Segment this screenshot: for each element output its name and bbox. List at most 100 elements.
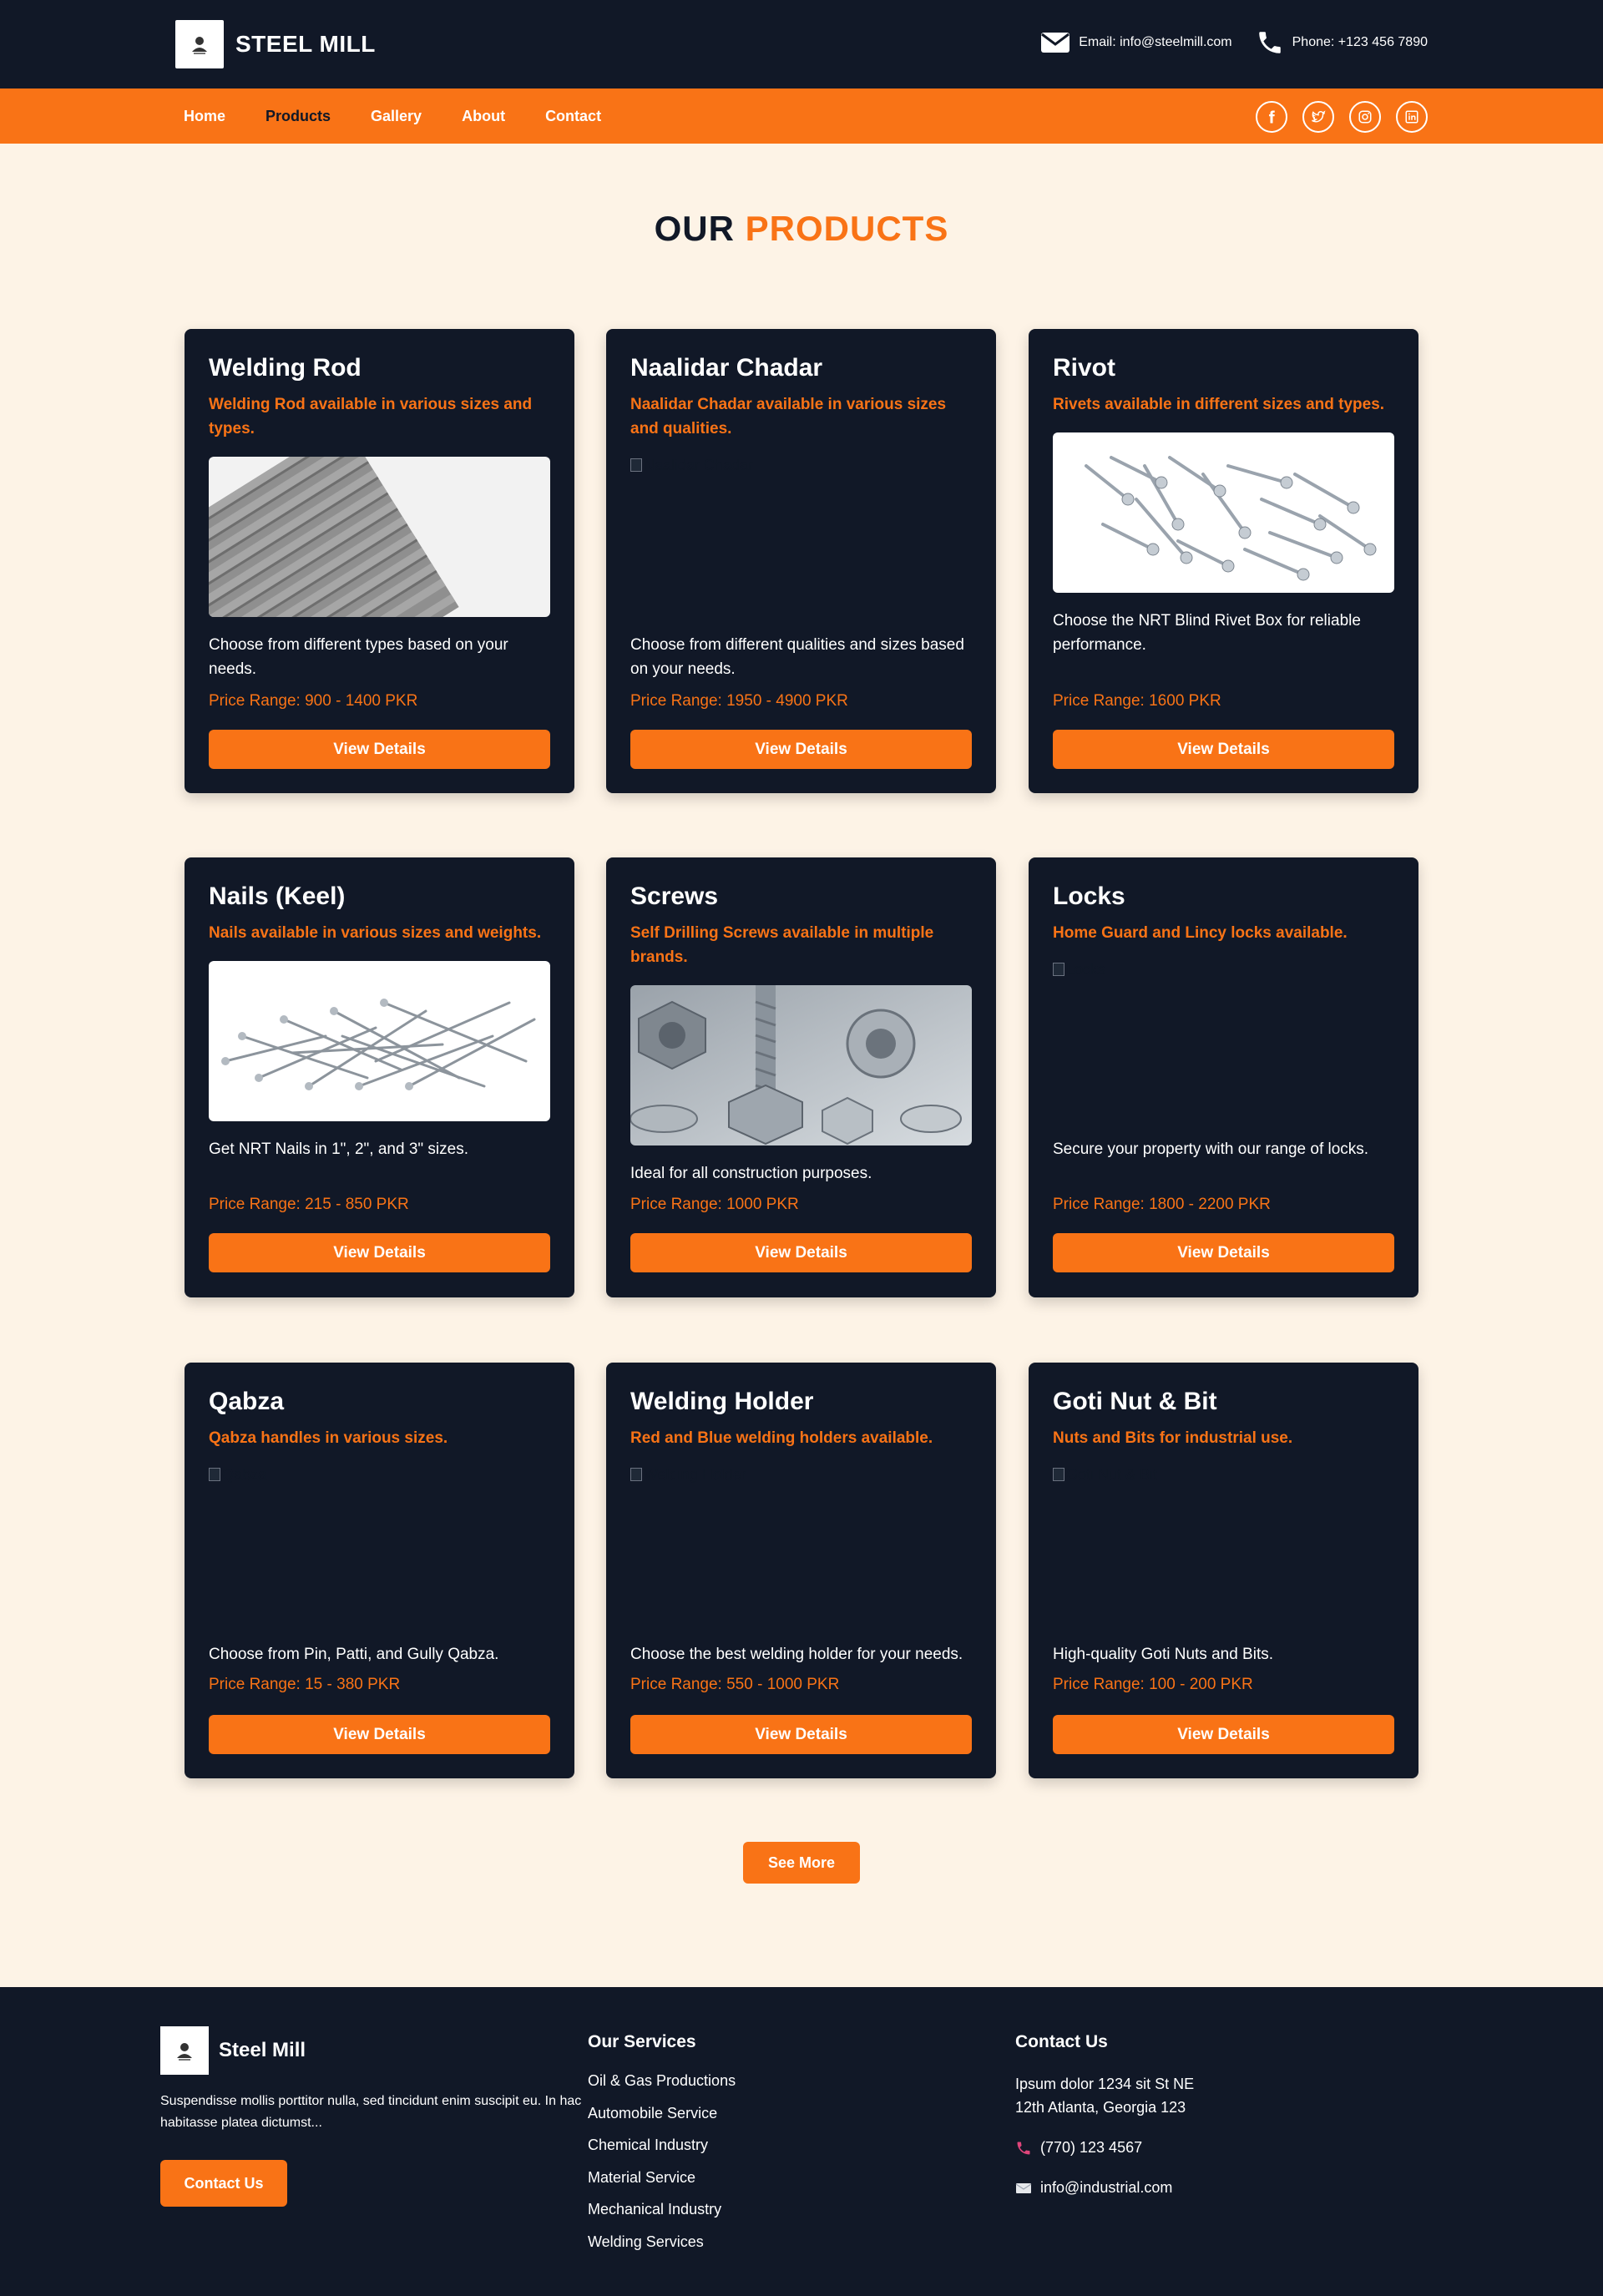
product-price: Price Range: 1000 PKR	[630, 1196, 799, 1213]
product-subtitle: Home Guard and Lincy locks available.	[1053, 924, 1348, 942]
view-details-button[interactable]: View Details	[630, 1715, 972, 1754]
product-title: Locks	[1053, 882, 1125, 910]
broken-image-icon	[630, 458, 642, 472]
product-image	[209, 961, 550, 1121]
contact-title: Contact Us	[1015, 2032, 1108, 2051]
phone-icon	[1017, 2142, 1030, 2154]
instagram-icon[interactable]	[1349, 101, 1381, 133]
product-title: Goti Nut & Bit	[1053, 1388, 1217, 1415]
product-description: Choose the NRT Blind Rivet Box for relia…	[1053, 612, 1361, 654]
linkedin-icon[interactable]	[1396, 101, 1428, 133]
header-email[interactable]: Email: info@steelmill.com	[1040, 31, 1232, 54]
see-more-button[interactable]: See More	[743, 1842, 860, 1884]
product-title: Welding Holder	[630, 1388, 814, 1415]
brand[interactable]: STEEL MILL	[175, 20, 376, 68]
service-link[interactable]: Oil & Gas Productions	[588, 2072, 736, 2105]
logo-icon	[177, 2043, 192, 2061]
product-description: Ideal for all construction purposes.	[630, 1165, 872, 1182]
product-card-rivot: Rivot Rivets available in different size…	[1029, 329, 1418, 793]
product-subtitle: Self Drilling Screws available in multip…	[630, 924, 934, 966]
product-title: Naalidar Chadar	[630, 354, 823, 382]
header-email-text: Email: info@steelmill.com	[1079, 35, 1232, 49]
product-subtitle: Red and Blue welding holders available.	[630, 1429, 933, 1447]
product-card-nails: Nails (Keel) Nails available in various …	[185, 857, 574, 1297]
header-contact: Email: info@steelmill.com Phone: +123 45…	[1040, 28, 1428, 57]
logo-icon	[192, 37, 207, 54]
service-link[interactable]: Chemical Industry	[588, 2137, 736, 2169]
service-link[interactable]: Mechanical Industry	[588, 2201, 736, 2233]
footer-phone[interactable]: (770) 123 4567	[1015, 2139, 1142, 2157]
product-description: High-quality Goti Nuts and Bits.	[1053, 1646, 1274, 1663]
view-details-button[interactable]: View Details	[1053, 1715, 1394, 1754]
service-link[interactable]: Welding Services	[588, 2233, 736, 2266]
envelope-icon	[1041, 33, 1070, 53]
footer-email[interactable]: info@industrial.com	[1015, 2179, 1172, 2197]
top-header: STEEL MILL Email: info@steelmill.com Pho…	[0, 0, 1603, 89]
product-description: Get NRT Nails in 1", 2", and 3" sizes.	[209, 1140, 468, 1158]
header-phone[interactable]: Phone: +123 456 7890	[1256, 28, 1428, 57]
broken-image-icon	[1053, 1468, 1064, 1481]
footer-address: Ipsum dolor 1234 sit St NE 12th Atlanta,…	[1015, 2076, 1195, 2116]
product-card-goti-nut-bit: Goti Nut & Bit Nuts and Bits for industr…	[1029, 1363, 1418, 1778]
page-title: OUR PRODUCTS	[654, 209, 949, 248]
services-title: Our Services	[588, 2032, 696, 2051]
product-description: Choose from different types based on you…	[209, 636, 508, 678]
product-price: Price Range: 1950 - 4900 PKR	[630, 692, 848, 710]
product-description: Choose the best welding holder for your …	[630, 1646, 963, 1663]
product-image-broken: Locks	[1053, 961, 1394, 1121]
header-phone-text: Phone: +123 456 7890	[1292, 35, 1428, 49]
product-card-locks: Locks Home Guard and Lincy locks availab…	[1029, 857, 1418, 1297]
navbar: Home Products Gallery About Contact	[0, 89, 1603, 144]
product-card-qabza: Qabza Qabza handles in various sizes. Qa…	[185, 1363, 574, 1778]
footer-description: Suspendisse mollis porttitor nulla, sed …	[160, 2094, 582, 2130]
product-price: Price Range: 1600 PKR	[1053, 692, 1221, 710]
product-subtitle: Nuts and Bits for industrial use.	[1053, 1429, 1293, 1447]
product-price: Price Range: 550 - 1000 PKR	[630, 1676, 840, 1693]
nav-about[interactable]: About	[462, 108, 505, 125]
product-title: Rivot	[1053, 354, 1115, 382]
nav-contact[interactable]: Contact	[545, 108, 601, 125]
view-details-button[interactable]: View Details	[1053, 1233, 1394, 1272]
service-link[interactable]: Material Service	[588, 2169, 736, 2202]
product-price: Price Range: 15 - 380 PKR	[209, 1676, 401, 1693]
product-price: Price Range: 1800 - 2200 PKR	[1053, 1196, 1271, 1213]
product-title: Nails (Keel)	[209, 882, 346, 910]
product-card-screws: Screws Self Drilling Screws available in…	[606, 857, 996, 1297]
view-details-button[interactable]: View Details	[630, 730, 972, 769]
view-details-button[interactable]: View Details	[630, 1233, 972, 1272]
product-image	[209, 457, 550, 617]
facebook-icon[interactable]	[1256, 101, 1287, 133]
nav-products[interactable]: Products	[265, 108, 331, 125]
product-price: Price Range: 215 - 850 PKR	[209, 1196, 409, 1213]
view-details-button[interactable]: View Details	[209, 1233, 550, 1272]
product-card-welding-holder: Welding Holder Red and Blue welding hold…	[606, 1363, 996, 1778]
product-title: Welding Rod	[209, 354, 362, 382]
footer: Steel Mill Suspendisse mollis porttitor …	[0, 1987, 1603, 2296]
view-details-button[interactable]: View Details	[1053, 730, 1394, 769]
broken-image-icon	[209, 1468, 220, 1481]
service-link[interactable]: Automobile Service	[588, 2105, 736, 2137]
product-subtitle: Naalidar Chadar available in various siz…	[630, 396, 947, 437]
nav-links: Home Products Gallery About Contact	[184, 89, 641, 144]
product-subtitle: Qabza handles in various sizes.	[209, 1429, 448, 1447]
product-description: Choose from Pin, Patti, and Gully Qabza.	[209, 1646, 499, 1663]
footer-brand-name: Steel Mill	[219, 2039, 306, 2061]
product-subtitle: Rivets available in different sizes and …	[1053, 396, 1385, 413]
nav-home[interactable]: Home	[184, 108, 225, 125]
product-card-naalidar-chadar: Naalidar Chadar Naalidar Chadar availabl…	[606, 329, 996, 793]
contact-us-button[interactable]: Contact Us	[160, 2160, 287, 2207]
footer-brand[interactable]: Steel Mill	[160, 2026, 306, 2075]
product-description: Choose from different qualities and size…	[630, 636, 964, 678]
view-details-button[interactable]: View Details	[209, 1715, 550, 1754]
twitter-icon[interactable]	[1302, 101, 1334, 133]
logo	[175, 20, 224, 68]
product-price: Price Range: 900 - 1400 PKR	[209, 692, 418, 710]
phone-icon	[1258, 32, 1281, 53]
product-image	[1053, 432, 1394, 593]
product-image-broken: Naalidar Chadar	[630, 457, 972, 617]
social-links	[1241, 101, 1428, 133]
nav-gallery[interactable]: Gallery	[371, 108, 422, 125]
view-details-button[interactable]: View Details	[209, 730, 550, 769]
product-subtitle: Welding Rod available in various sizes a…	[209, 396, 533, 437]
product-title: Qabza	[209, 1388, 285, 1415]
